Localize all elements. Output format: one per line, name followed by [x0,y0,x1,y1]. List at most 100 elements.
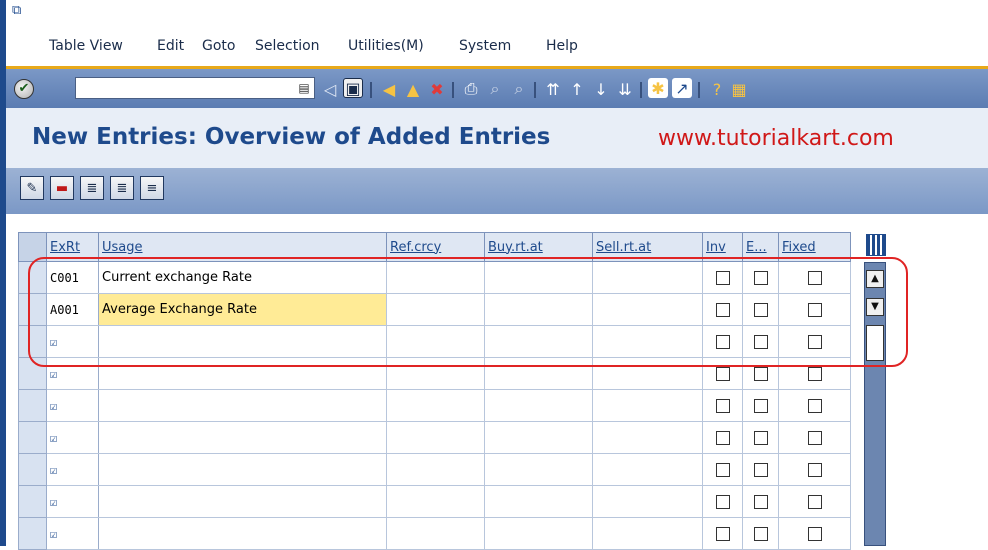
e-checkbox[interactable] [753,398,768,413]
ref-crcy-cell[interactable] [386,389,485,422]
command-history-icon[interactable]: ▤ [296,79,312,97]
find-icon[interactable]: ⌕ [484,78,506,100]
inv-checkbox[interactable] [715,302,730,317]
fixed-checkbox[interactable] [807,270,822,285]
e-checkbox[interactable] [753,334,768,349]
change-display-icon[interactable]: ✎ [20,176,44,200]
fixed-checkbox[interactable] [807,494,822,509]
ref-crcy-cell[interactable] [386,485,485,518]
last-page-icon[interactable]: ⇊ [614,78,636,100]
ref-crcy-cell[interactable] [386,421,485,454]
fixed-checkbox[interactable] [807,398,822,413]
fixed-checkbox[interactable] [807,462,822,477]
sell-rt-at-cell[interactable] [592,389,703,422]
select-all-cell[interactable] [18,232,47,262]
new-row-marker-cell[interactable]: ☑ [46,453,99,486]
ref-crcy-cell[interactable] [386,453,485,486]
scrollbar-thumb[interactable] [866,325,884,361]
menu-selection[interactable]: Selection [255,38,320,54]
scroll-down-icon[interactable]: ▼ [866,298,884,316]
table-row[interactable]: ☑ [18,453,851,486]
exrt-cell[interactable]: A001 [46,293,99,326]
column-header-usage[interactable]: Usage [98,232,387,262]
fixed-checkbox[interactable] [807,302,822,317]
sell-rt-at-cell[interactable] [592,261,703,294]
usage-cell[interactable] [98,357,387,390]
next-page-icon[interactable]: ↓ [590,78,612,100]
column-header-ref-crcy[interactable]: Ref.crcy [386,232,485,262]
column-header-e[interactable]: E... [742,232,779,262]
ref-crcy-cell[interactable] [386,325,485,358]
sell-rt-at-cell[interactable] [592,357,703,390]
enter-icon[interactable]: ✔ [14,79,34,99]
scroll-up-icon[interactable]: ▲ [866,270,884,288]
exit-icon[interactable]: ▲ [402,78,424,100]
ref-crcy-cell[interactable] [386,517,485,550]
new-row-marker-cell[interactable]: ☑ [46,389,99,422]
buy-rt-at-cell[interactable] [484,389,593,422]
layout-icon[interactable]: ▦ [728,78,750,100]
fixed-checkbox[interactable] [807,430,822,445]
inv-checkbox[interactable] [715,430,730,445]
table-row[interactable]: ☑ [18,325,851,358]
inv-checkbox[interactable] [715,526,730,541]
find-next-icon[interactable]: ⌕ [508,78,530,100]
save-icon[interactable]: ▣ [343,78,363,98]
e-checkbox[interactable] [753,430,768,445]
table-row[interactable]: ☑ [18,389,851,422]
usage-cell[interactable]: Average Exchange Rate [98,293,387,326]
usage-cell[interactable] [98,485,387,518]
sell-rt-at-cell[interactable] [592,421,703,454]
table-row[interactable]: C001 Current exchange Rate [18,261,851,294]
print-icon[interactable]: ⎙ [460,78,482,100]
inv-checkbox[interactable] [715,270,730,285]
fixed-checkbox[interactable] [807,366,822,381]
buy-rt-at-cell[interactable] [484,293,593,326]
menu-utilities[interactable]: Utilities(M) [348,38,424,54]
usage-cell[interactable] [98,453,387,486]
inv-checkbox[interactable] [715,494,730,509]
column-header-exrt[interactable]: ExRt [46,232,99,262]
inv-checkbox[interactable] [715,334,730,349]
cancel-icon[interactable]: ✖ [426,78,448,100]
usage-cell[interactable] [98,517,387,550]
row-selector[interactable] [18,421,47,454]
system-menu-icon[interactable]: ⧉ [12,4,28,18]
help-icon[interactable]: ? [706,78,728,100]
row-selector[interactable] [18,517,47,550]
e-checkbox[interactable] [753,366,768,381]
new-row-marker-cell[interactable]: ☑ [46,325,99,358]
delete-icon[interactable]: ▬ [50,176,74,200]
menu-table-view[interactable]: Table View [49,38,123,54]
new-row-marker-cell[interactable]: ☑ [46,485,99,518]
ref-crcy-cell[interactable] [386,261,485,294]
menu-system[interactable]: System [459,38,511,54]
back-icon[interactable]: ◁ [319,78,341,100]
sell-rt-at-cell[interactable] [592,293,703,326]
ref-crcy-cell[interactable] [386,293,485,326]
new-row-marker-cell[interactable]: ☑ [46,421,99,454]
buy-rt-at-cell[interactable] [484,357,593,390]
fixed-checkbox[interactable] [807,334,822,349]
back-nav-icon[interactable]: ◀ [378,78,400,100]
table-settings-icon[interactable] [866,234,886,256]
e-checkbox[interactable] [753,526,768,541]
ref-crcy-cell[interactable] [386,357,485,390]
fixed-checkbox[interactable] [807,526,822,541]
buy-rt-at-cell[interactable] [484,517,593,550]
new-row-marker-cell[interactable]: ☑ [46,517,99,550]
usage-cell[interactable] [98,325,387,358]
menu-edit[interactable]: Edit [157,38,184,54]
buy-rt-at-cell[interactable] [484,421,593,454]
inv-checkbox[interactable] [715,462,730,477]
create-session-icon[interactable]: ✱ [648,78,668,98]
column-header-buy-rt-at[interactable]: Buy.rt.at [484,232,593,262]
sell-rt-at-cell[interactable] [592,485,703,518]
select-all-icon[interactable]: ≣ [80,176,104,200]
table-row[interactable]: ☑ [18,357,851,390]
column-header-inv[interactable]: Inv [702,232,743,262]
menu-goto[interactable]: Goto [202,38,235,54]
select-block-icon[interactable]: ≣ [110,176,134,200]
shortcut-icon[interactable]: ↗ [672,78,692,98]
table-row[interactable]: ☑ [18,517,851,550]
